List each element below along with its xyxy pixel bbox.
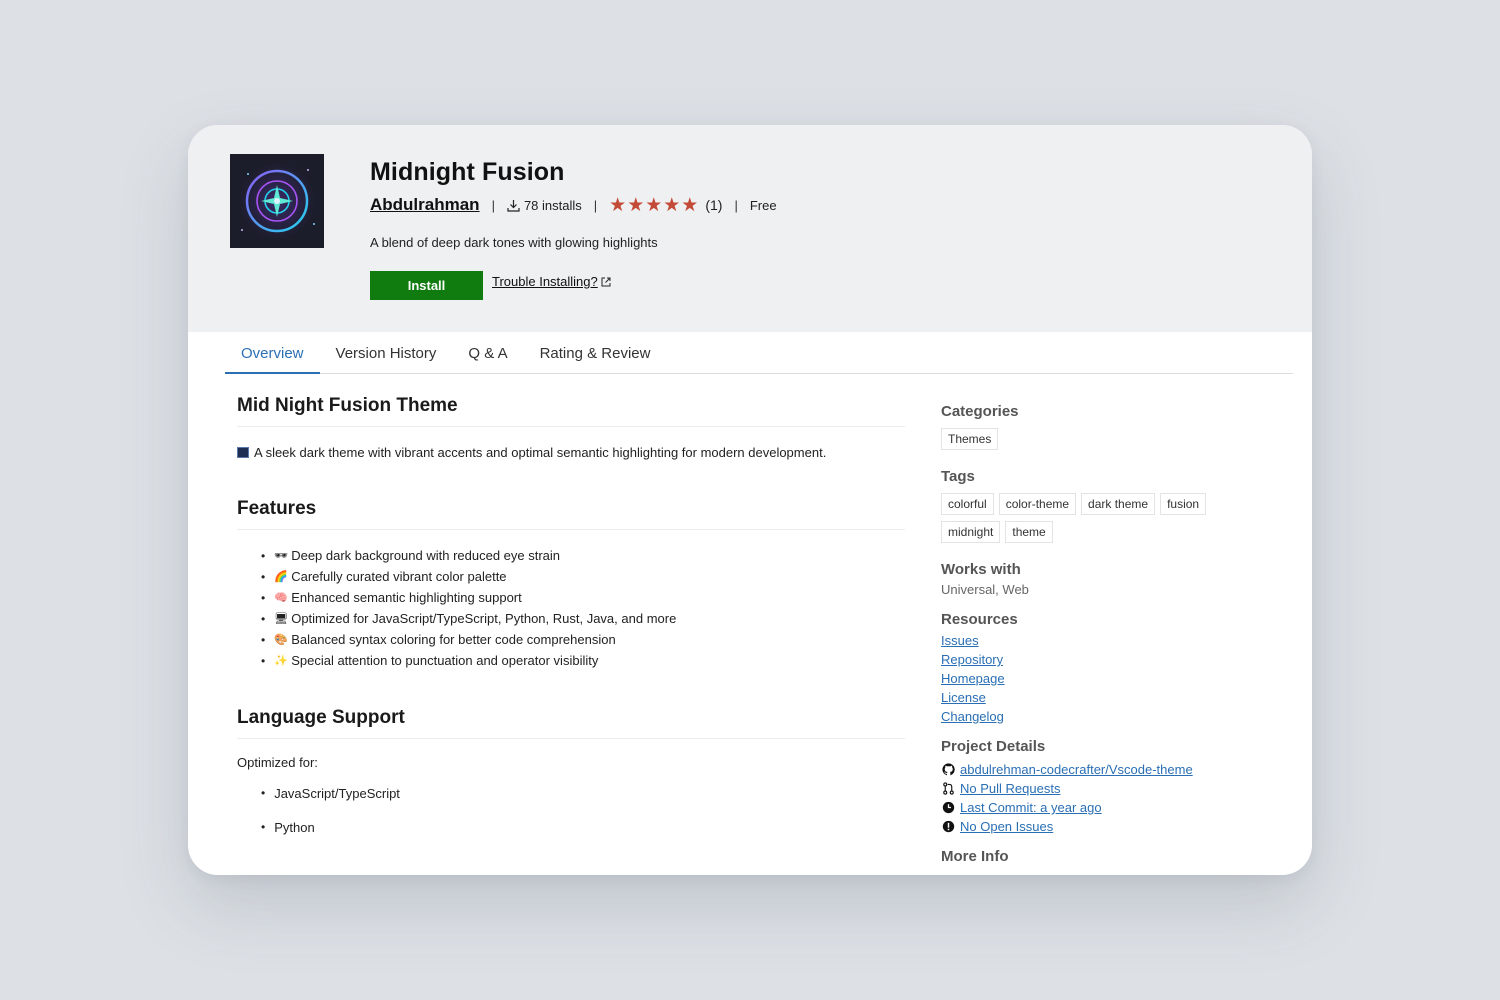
feature-text: Carefully curated vibrant color palette — [291, 569, 507, 584]
tags-heading: Tags — [941, 468, 975, 485]
feature-text: Balanced syntax coloring for better code… — [291, 632, 616, 647]
sunglasses-icon: 🕶 — [274, 550, 289, 562]
categories-list: Themes — [941, 428, 1241, 450]
list-item: JavaScript/TypeScript — [261, 786, 905, 820]
tab-overview[interactable]: Overview — [225, 332, 320, 374]
list-item: 🧠Enhanced semantic highlighting support — [261, 587, 905, 608]
more-info-heading: More Info — [941, 848, 1009, 865]
pull-request-icon — [941, 782, 955, 796]
list-item: ✨Special attention to punctuation and op… — [261, 650, 905, 671]
tags-list: colorful color-theme dark theme fusion m… — [941, 493, 1241, 543]
tab-version-history[interactable]: Version History — [320, 332, 453, 374]
features-list: 🕶Deep dark background with reduced eye s… — [237, 545, 905, 671]
meta-separator: | — [593, 197, 598, 213]
language-support-heading: Language Support — [237, 707, 905, 739]
resources-heading: Resources — [941, 611, 1018, 628]
works-with-value: Universal, Web — [941, 582, 1029, 597]
feature-text: Special attention to punctuation and ope… — [291, 653, 599, 668]
resource-repository-link[interactable]: Repository — [941, 650, 1281, 669]
project-details-list: abdulrehman-codecrafter/Vscode-theme No … — [941, 760, 1281, 836]
night-sky-icon — [237, 447, 249, 458]
project-details-heading: Project Details — [941, 738, 1046, 755]
external-link-icon — [601, 277, 611, 286]
language-text: Python — [274, 820, 315, 835]
alert-icon — [941, 820, 955, 834]
resource-issues-link[interactable]: Issues — [941, 631, 1281, 650]
resource-homepage-link[interactable]: Homepage — [941, 669, 1281, 688]
publisher-link[interactable]: Abdulrahman — [370, 195, 480, 215]
list-item: 🌈Carefully curated vibrant color palette — [261, 566, 905, 587]
feature-text: Deep dark background with reduced eye st… — [291, 548, 561, 563]
works-with-heading: Works with — [941, 561, 1021, 578]
last-commit-link[interactable]: Last Commit: a year ago — [960, 798, 1102, 817]
language-text: JavaScript/TypeScript — [274, 786, 400, 801]
github-icon — [941, 763, 955, 777]
meta-separator: | — [491, 197, 495, 213]
clock-icon — [941, 801, 955, 815]
meta-separator: | — [734, 197, 738, 213]
tag-item[interactable]: theme — [1005, 521, 1053, 543]
extension-description: A blend of deep dark tones with glowing … — [370, 235, 658, 250]
trouble-installing-link[interactable]: Trouble Installing? — [492, 274, 611, 289]
rainbow-icon: 🌈 — [274, 571, 289, 583]
tag-item[interactable]: dark theme — [1081, 493, 1156, 515]
features-heading: Features — [237, 498, 905, 530]
feature-text: Optimized for JavaScript/TypeScript, Pyt… — [291, 611, 677, 626]
languages-list: JavaScript/TypeScript Python — [237, 786, 905, 854]
rating-stars[interactable]: ★★★★★ — [609, 196, 699, 215]
project-row: No Pull Requests — [941, 779, 1281, 798]
open-issues-link[interactable]: No Open Issues — [960, 817, 1053, 836]
tab-qa[interactable]: Q & A — [452, 332, 523, 374]
extension-logo — [230, 154, 324, 248]
category-tag[interactable]: Themes — [941, 428, 999, 450]
project-row: abdulrehman-codecrafter/Vscode-theme — [941, 760, 1281, 779]
extension-title: Midnight Fusion — [370, 158, 565, 186]
install-button[interactable]: Install — [370, 271, 483, 300]
project-row: No Open Issues — [941, 817, 1281, 836]
resource-changelog-link[interactable]: Changelog — [941, 707, 1281, 726]
language-intro: Optimized for: — [237, 755, 318, 770]
overview-heading: Mid Night Fusion Theme — [237, 395, 905, 427]
categories-heading: Categories — [941, 403, 1019, 420]
price-label: Free — [749, 197, 777, 213]
palette-icon: 🎨 — [274, 634, 289, 646]
extension-page-card: Midnight Fusion Abdulrahman | 78 install… — [188, 125, 1312, 875]
sparkles-icon: ✨ — [274, 655, 289, 667]
tag-item[interactable]: colorful — [941, 493, 994, 515]
overview-content: Mid Night Fusion Theme A sleek dark them… — [237, 395, 905, 854]
list-item: 🖥Optimized for JavaScript/TypeScript, Py… — [261, 608, 905, 629]
extension-header: Midnight Fusion Abdulrahman | 78 install… — [188, 125, 1312, 332]
brain-icon: 🧠 — [274, 592, 289, 604]
list-item: Python — [261, 820, 905, 854]
list-item: 🕶Deep dark background with reduced eye s… — [261, 545, 905, 566]
repo-link[interactable]: abdulrehman-codecrafter/Vscode-theme — [960, 760, 1193, 779]
tab-rating-review[interactable]: Rating & Review — [524, 332, 667, 374]
project-row: Last Commit: a year ago — [941, 798, 1281, 817]
resource-license-link[interactable]: License — [941, 688, 1281, 707]
extension-meta: Abdulrahman | 78 installs | ★★★★★ (1) | … — [370, 193, 777, 217]
tag-item[interactable]: color-theme — [998, 493, 1077, 515]
desktop-icon: 🖥 — [274, 613, 289, 625]
feature-text: Enhanced semantic highlighting support — [291, 590, 522, 605]
resources-list: Issues Repository Homepage License Chang… — [941, 631, 1281, 726]
list-item: 🎨Balanced syntax coloring for better cod… — [261, 629, 905, 650]
overview-intro: A sleek dark theme with vibrant accents … — [237, 445, 905, 460]
download-icon — [507, 199, 520, 212]
trouble-installing-label: Trouble Installing? — [492, 274, 598, 289]
tag-item[interactable]: midnight — [941, 521, 1001, 543]
sidebar: Categories Themes Tags colorful color-th… — [941, 403, 1281, 865]
compass-logo-icon — [230, 154, 324, 248]
install-count: 78 installs — [507, 198, 582, 213]
overview-intro-text: A sleek dark theme with vibrant accents … — [254, 445, 827, 460]
tag-item[interactable]: fusion — [1160, 493, 1207, 515]
tab-bar: Overview Version History Q & A Rating & … — [225, 332, 1293, 374]
rating-count[interactable]: (1) — [705, 197, 722, 213]
pull-requests-link[interactable]: No Pull Requests — [960, 779, 1060, 798]
install-count-text: 78 installs — [523, 197, 582, 213]
